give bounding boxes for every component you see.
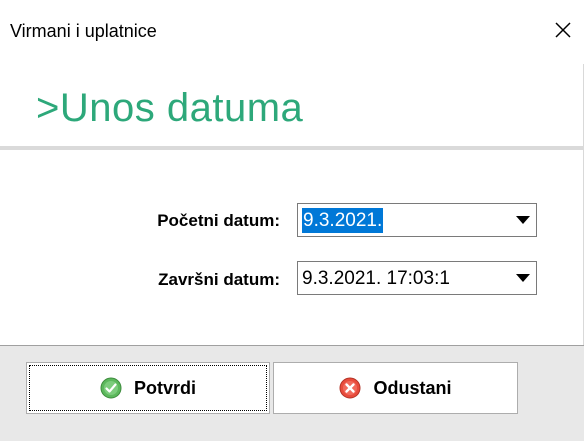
end-date-label: Završni datum: — [158, 270, 280, 289]
window-title: Virmani i uplatnice — [10, 21, 157, 41]
start-date-dropdown-button[interactable] — [510, 205, 535, 235]
cancel-button[interactable]: Odustani — [273, 362, 518, 414]
close-button[interactable] — [548, 15, 578, 45]
end-date-value[interactable]: 9.3.2021. 17:03:1 — [302, 266, 508, 291]
cancel-button-label: Odustani — [373, 377, 452, 398]
start-date-combo[interactable]: 9.3.2021. — [297, 203, 537, 237]
start-date-value[interactable]: 9.3.2021. — [302, 208, 384, 233]
dialog-window: Virmani i uplatnice >Unos datuma Početni… — [0, 0, 584, 441]
close-icon — [555, 22, 571, 38]
cancel-circle-icon — [339, 377, 361, 399]
chevron-down-icon — [515, 274, 530, 282]
end-date-combo[interactable]: 9.3.2021. 17:03:1 — [297, 261, 537, 295]
chevron-down-icon — [515, 216, 530, 224]
end-date-dropdown-button[interactable] — [510, 263, 535, 293]
title-bar: Virmani i uplatnice — [0, 0, 584, 64]
heading-divider — [0, 146, 584, 150]
check-circle-icon — [100, 377, 122, 399]
confirm-button[interactable]: Potvrdi — [26, 362, 270, 414]
confirm-button-label: Potvrdi — [133, 377, 196, 398]
start-date-label: Početni datum: — [157, 211, 280, 230]
page-heading: >Unos datuma — [36, 86, 304, 130]
